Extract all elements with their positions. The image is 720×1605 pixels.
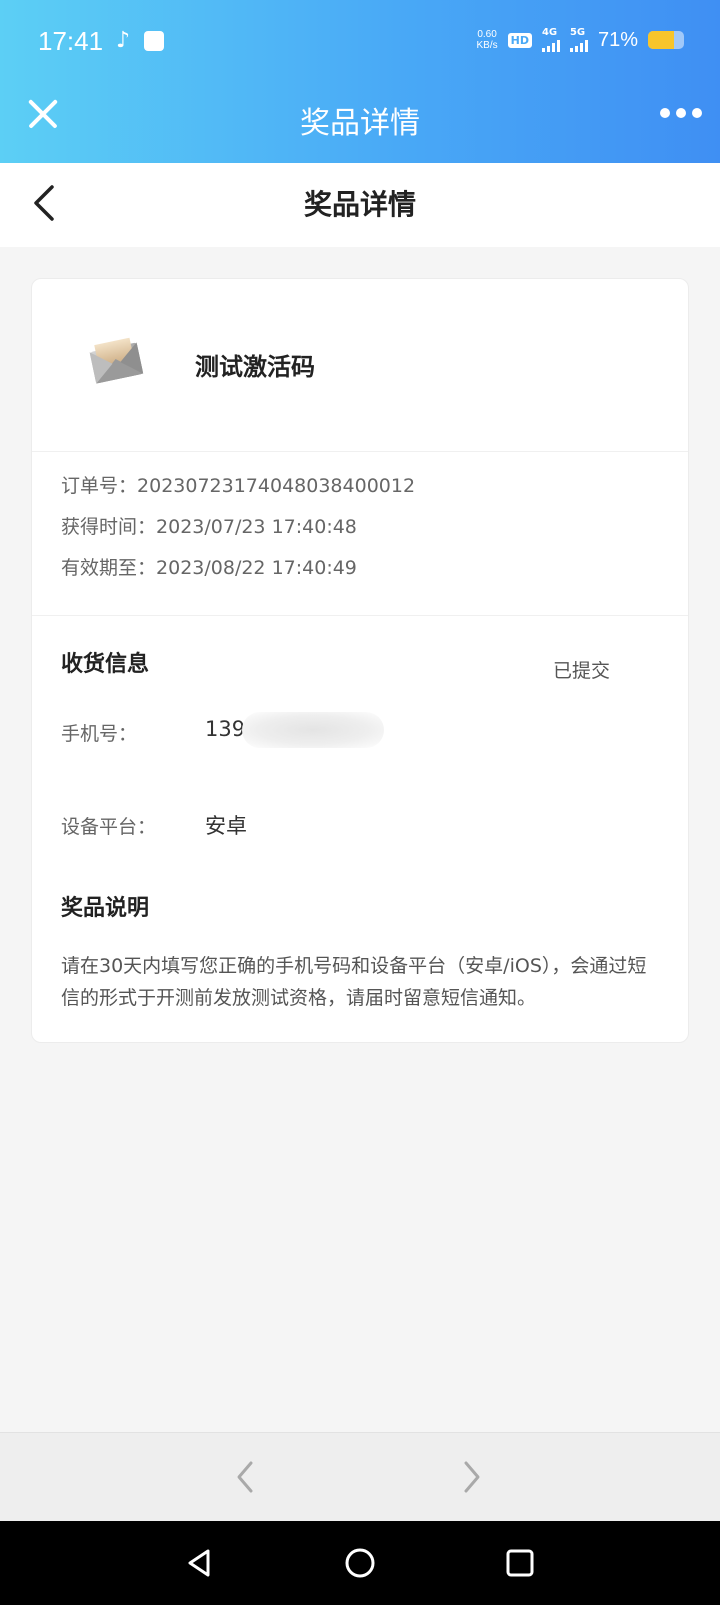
hd-icon: HD bbox=[507, 32, 532, 48]
square-recents-icon bbox=[506, 1549, 534, 1577]
network-speed: 0.60 KB/s bbox=[477, 29, 498, 51]
chevron-left-icon bbox=[237, 1461, 253, 1493]
status-right-icons: 0.60 KB/s HD 4G 5G 71% bbox=[477, 27, 684, 52]
circle-home-icon bbox=[345, 1548, 375, 1578]
platform-value: 安卓 bbox=[205, 814, 247, 838]
network-speed-value: 0.60 bbox=[477, 29, 497, 40]
battery-percent: 71% bbox=[597, 28, 638, 51]
prize-name: 测试激活码 bbox=[195, 353, 315, 381]
status-left-icons: ♪ bbox=[116, 28, 165, 53]
obtained-time-value: 2023/07/23 17:40:48 bbox=[156, 516, 357, 538]
triangle-back-icon bbox=[188, 1549, 210, 1577]
signal-4g-label: 4G bbox=[541, 27, 558, 38]
app-title: 奖品详情 bbox=[300, 106, 420, 141]
tiktok-icon: ♪ bbox=[116, 28, 131, 53]
battery-fill bbox=[648, 31, 674, 49]
nav-back-button[interactable] bbox=[227, 1457, 267, 1497]
system-home-button[interactable] bbox=[340, 1543, 380, 1583]
delivery-section: 收货信息 已提交 手机号： 139 设备平台： 安卓 奖品说明 请在30天内填写… bbox=[32, 616, 688, 1043]
system-nav-bar bbox=[0, 1521, 720, 1605]
prize-summary: 测试激活码 bbox=[32, 279, 688, 452]
description-text: 请在30天内填写您正确的手机号码和设备平台（安卓/iOS），会通过短信的形式于开… bbox=[61, 955, 647, 1009]
notification-square-icon bbox=[144, 30, 165, 51]
order-number-value: 20230723174048038400012 bbox=[137, 475, 416, 497]
expiry-time-value: 2023/08/22 17:40:49 bbox=[156, 557, 357, 579]
envelope-icon bbox=[89, 337, 144, 384]
expiry-time-label: 有效期至： bbox=[61, 557, 157, 579]
nav-forward-button[interactable] bbox=[452, 1457, 492, 1497]
submission-status: 已提交 bbox=[553, 660, 611, 682]
delivery-title: 收货信息 bbox=[61, 652, 150, 677]
signal-5g-icon: 5G bbox=[569, 27, 588, 52]
system-back-button[interactable] bbox=[180, 1543, 220, 1583]
order-number-row: 订单号：20230723174048038400012 bbox=[61, 476, 688, 497]
signal-4g-icon: 4G bbox=[541, 27, 560, 52]
obtained-time-label: 获得时间： bbox=[61, 516, 157, 538]
phone-label: 手机号： bbox=[61, 723, 138, 745]
system-recents-button[interactable] bbox=[500, 1543, 540, 1583]
chevron-right-icon bbox=[464, 1461, 480, 1493]
order-number-label: 订单号： bbox=[61, 475, 138, 497]
signal-5g-label: 5G bbox=[569, 27, 586, 38]
app-header: 17:41 ♪ 0.60 KB/s HD 4G 5G 71% 奖品详情 bbox=[0, 0, 720, 163]
expiry-time-row: 有效期至：2023/08/22 17:40:49 bbox=[61, 558, 688, 579]
phone-value: 139 bbox=[205, 717, 246, 741]
browser-nav bbox=[0, 1432, 720, 1521]
obtained-time-row: 获得时间：2023/07/23 17:40:48 bbox=[61, 517, 688, 538]
page-header: 奖品详情 bbox=[0, 163, 720, 247]
platform-label: 设备平台： bbox=[61, 816, 157, 838]
battery-icon bbox=[648, 31, 684, 49]
phone-redaction bbox=[242, 712, 384, 748]
network-speed-unit: KB/s bbox=[476, 40, 498, 51]
status-time: 17:41 bbox=[38, 26, 104, 56]
prize-card: 测试激活码 订单号：20230723174048038400012 获得时间：2… bbox=[31, 278, 689, 1043]
page-title: 奖品详情 bbox=[303, 188, 416, 221]
order-info: 订单号：20230723174048038400012 获得时间：2023/07… bbox=[32, 452, 688, 616]
description-title: 奖品说明 bbox=[61, 896, 150, 921]
more-dots-icon[interactable] bbox=[660, 108, 702, 118]
